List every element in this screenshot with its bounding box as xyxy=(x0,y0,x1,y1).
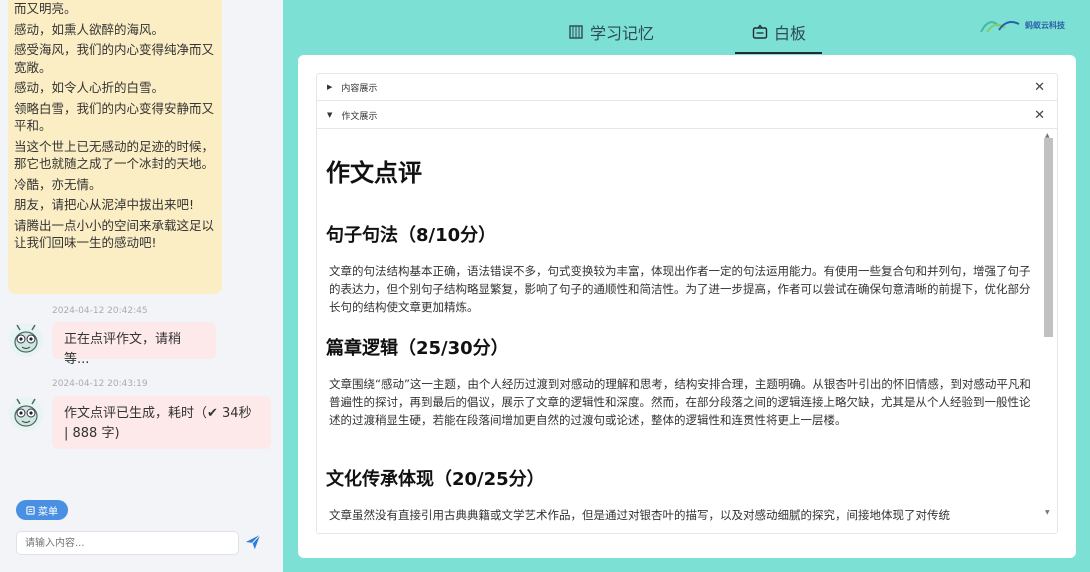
section-heading: 篇章逻辑（25/30分） xyxy=(326,338,509,359)
chat-panel: 而又明亮。 感动，如熏人欲醉的海风。 感受海风，我们的内心变得纯净而又宽敞。 感… xyxy=(0,0,283,572)
message-timestamp: 2024-04-12 20:43:19 xyxy=(52,379,148,389)
logo-icon xyxy=(980,21,1020,33)
tab-whiteboard[interactable]: 白板 xyxy=(752,20,806,44)
essay-line: 当这个世上已无感动的足迹的时候，那它也就随之成了一个冰封的天地。 xyxy=(14,138,215,172)
close-icon[interactable]: ✕ xyxy=(1034,80,1045,95)
tab-label: 白板 xyxy=(774,24,807,43)
active-tab-indicator xyxy=(735,52,822,54)
menu-button-label: 菜单 xyxy=(38,506,58,518)
essay-line: 而又明亮。 xyxy=(14,1,77,16)
workspace-panel: 学习记忆 白板 蚂蚁云科技 ▶ 内容展示 ✕ ▼ 作文展示 ✕ 作文点评 句子句… xyxy=(283,0,1090,572)
vertical-scrollbar[interactable]: ▲ ▼ xyxy=(1042,132,1054,518)
bot-avatar-icon xyxy=(9,397,43,431)
section-title: 作文展示 xyxy=(341,111,378,122)
chat-input[interactable] xyxy=(16,531,239,555)
collapse-panel: ▶ 内容展示 ✕ ▼ 作文展示 ✕ 作文点评 句子句法（8/10分） 文章的句法… xyxy=(316,73,1058,534)
message-timestamp: 2024-04-12 20:42:45 xyxy=(52,306,148,316)
essay-line: 感动，如令人心折的白雪。 xyxy=(14,80,165,95)
section-text: 文章围绕“感动”这一主题，由个人经历过渡到对感动的理解和思考，结构安排合理，主题… xyxy=(329,377,1031,427)
essay-line: 领略白雪，我们的内心变得安静而又平和。 xyxy=(14,100,215,134)
essay-review-content[interactable]: 作文点评 句子句法（8/10分） 文章的句法结构基本正确，语法错误不多，句式变换… xyxy=(317,130,1057,533)
bot-avatar-icon xyxy=(9,323,43,357)
section-title: 内容展示 xyxy=(341,83,378,94)
book-icon xyxy=(569,25,583,39)
essay-line: 感受海风，我们的内心变得纯净而又宽敞。 xyxy=(14,42,215,75)
send-icon[interactable] xyxy=(244,533,262,551)
section-text: 文章虽然没有直接引用古典典籍或文学艺术作品，但是通过对银杏叶的描写，以及对感动细… xyxy=(329,508,950,522)
scrollbar-thumb[interactable] xyxy=(1044,138,1053,337)
caret-right-icon: ▶ xyxy=(327,83,333,91)
essay-line: 冷酷，亦无情。 xyxy=(14,176,102,192)
scroll-down-icon[interactable]: ▼ xyxy=(1045,509,1050,516)
whiteboard-card: ▶ 内容展示 ✕ ▼ 作文展示 ✕ 作文点评 句子句法（8/10分） 文章的句法… xyxy=(298,55,1076,558)
section-heading: 句子句法（8/10分） xyxy=(326,225,497,246)
review-title: 作文点评 xyxy=(326,159,422,187)
section-heading: 文化传承体现（20/25分） xyxy=(326,469,545,490)
brand-logo: 蚂蚁云科技 xyxy=(979,16,1065,34)
essay-line: 请腾出一点小小的空间来承载这足以让我们回味一生的感动吧! xyxy=(14,217,215,251)
logo-text: 蚂蚁云科技 xyxy=(1025,20,1065,30)
essay-line: 朋友，请把心从泥淖中拔出来吧! xyxy=(14,197,195,212)
essay-message-bubble: 而又明亮。 感动，如熏人欲醉的海风。 感受海风，我们的内心变得纯净而又宽敞。 感… xyxy=(8,0,222,294)
section-text: 文章的句法结构基本正确，语法错误不多，句式变换较为丰富，体现出作者一定的句法运用… xyxy=(329,264,1031,314)
section-header-essay-display[interactable]: ▼ 作文展示 ✕ xyxy=(317,102,1057,129)
caret-down-icon: ▼ xyxy=(327,111,333,119)
tab-study-memory[interactable]: 学习记忆 xyxy=(568,20,654,44)
essay-line: 感动，如熏人欲醉的海风。 xyxy=(14,21,165,37)
whiteboard-icon xyxy=(752,24,768,39)
menu-icon xyxy=(26,505,35,515)
result-message-bubble: 作文点评已生成，耗时（✔ 34秒 | 888 字) xyxy=(52,396,271,449)
tab-label: 学习记忆 xyxy=(590,24,655,43)
section-header-content-display[interactable]: ▶ 内容展示 ✕ xyxy=(317,74,1057,101)
status-message-bubble: 正在点评作文，请稍等... xyxy=(52,322,216,367)
menu-button[interactable]: 菜单 xyxy=(16,500,68,520)
close-icon[interactable]: ✕ xyxy=(1034,108,1045,123)
